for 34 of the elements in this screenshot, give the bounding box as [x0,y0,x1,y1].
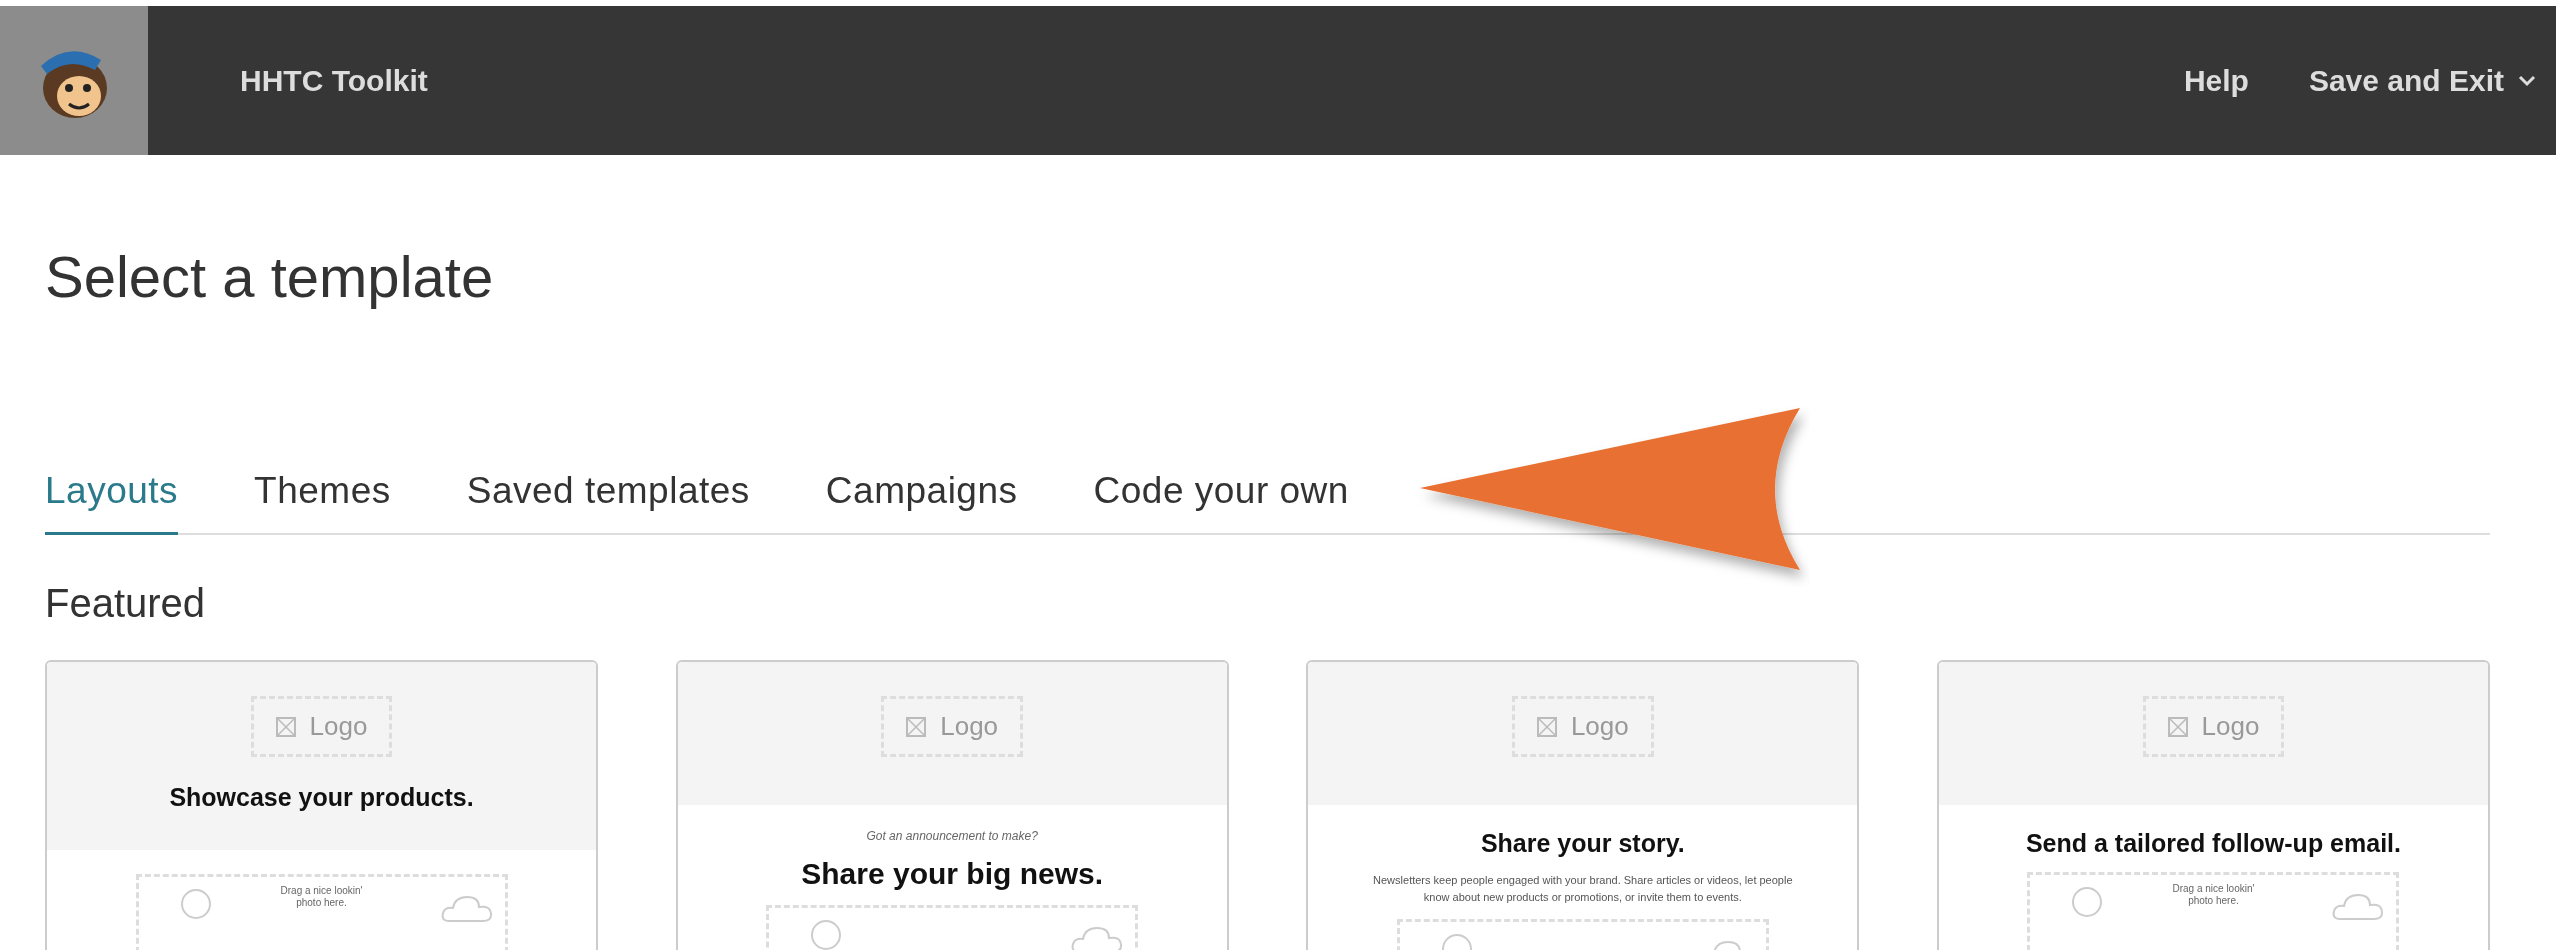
help-link[interactable]: Help [2183,63,2249,98]
image-icon [275,716,296,737]
tab[interactable]: Code your own [1093,470,1349,535]
tab[interactable]: Saved templates [466,470,750,535]
body-text: Newsletters keep people engaged with your brand. Share articles or videos, let people know about new products or promotions, or invite them to events. [1372,873,1794,905]
template-card[interactable]: Logo Got an announcement to make? Share your big news. [675,660,1229,950]
logo-placeholder: Logo [250,696,393,757]
tab[interactable]: Themes [254,470,391,535]
template-card[interactable]: Logo Send a tailored follow-up email. Drag a nice lookin' photo here. [1936,660,2490,950]
photo-caption: Drag a nice lookin' photo here. [2171,883,2256,907]
account-title: HHTC Toolkit [240,63,429,98]
template-headline: Showcase your products. [169,783,474,812]
template-headline: Share your big news. [801,857,1104,891]
circle-icon [178,887,213,921]
circle-icon [809,918,844,950]
page-title: Select a template [45,243,495,310]
tab[interactable]: Layouts [45,470,179,535]
photo-caption: Drag a nice lookin' photo here. [279,885,364,909]
menu-link[interactable]: Save and Exit [2308,63,2536,98]
circle-icon [2070,885,2105,919]
template-headline: Send a tailored follow-up email. [2025,829,2401,858]
image-icon [906,716,927,737]
template-card[interactable]: Logo Share your story. Newsletters keep people engaged with your brand. Share articles or videos, let people know about new products or promotions, or invite them to events. [1306,660,1860,950]
image-icon [1536,716,1557,737]
logo-placeholder: Logo [2142,696,2285,757]
tab[interactable]: Campaigns [825,470,1018,535]
logo-placeholder: Logo [1511,696,1654,757]
template-headline: Share your story. [1480,829,1685,858]
logo-placeholder: Logo [881,696,1024,757]
section-title: Featured [45,581,207,626]
kicker-text: Got an announcement to make? [866,829,1038,843]
image-icon [2167,716,2188,737]
chevron-down-icon [2518,74,2536,87]
template-card[interactable]: Logo Showcase your products. Drag a nice lookin' photo here. [45,660,598,950]
